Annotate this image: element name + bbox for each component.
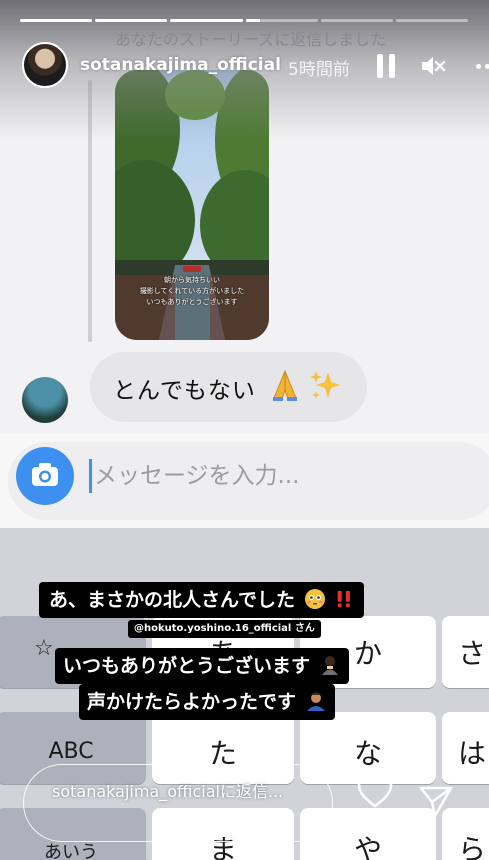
send-icon[interactable] (418, 783, 454, 819)
message-bubble[interactable]: とんでもない (90, 352, 367, 422)
timestamp: 5時間前 (288, 60, 350, 80)
person-bowing-icon (321, 656, 338, 675)
mention-text: @hokuto.yoshino.16_official さん (134, 623, 315, 634)
heart-icon[interactable] (356, 774, 394, 810)
key-label: や (353, 833, 382, 860)
message-text: とんでもない (113, 378, 256, 404)
caption-text: いつもありがとうございます (63, 655, 311, 677)
text-caret (89, 459, 92, 493)
double-exclamation-icon (337, 590, 351, 608)
key-label: ら (457, 833, 486, 860)
message-input[interactable] (94, 460, 424, 492)
progress-segment (170, 19, 243, 22)
username[interactable]: sotanakajima_official (80, 55, 281, 75)
key-label: さ (457, 637, 486, 670)
overlay-line-1: 朝から気持ちいい (164, 276, 220, 284)
caption-line-1: あ、まさかの北人さんでした (39, 582, 365, 618)
flushed-face-icon (304, 589, 325, 609)
key-label: ABC (48, 739, 94, 764)
story-progress-bar (20, 19, 469, 22)
key-label: な (353, 737, 382, 770)
key-label: は (457, 737, 486, 770)
progress-segment (245, 19, 318, 22)
progress-segment (395, 19, 469, 22)
key-ha[interactable]: は (442, 712, 489, 784)
caption-text: あ、まさかの北人さんでした (49, 589, 296, 611)
caption-line-2: いつもありがとうございます (55, 648, 349, 684)
speaker-muted-icon[interactable] (420, 53, 446, 79)
key-sa[interactable]: さ (442, 616, 489, 688)
overlay-line-3: いつもありがとうございます (146, 298, 238, 306)
sparkles-icon (310, 371, 340, 399)
overlay-line-2: 撮影してくれている方がいました (139, 287, 245, 295)
shared-story-overlay-text: 朝から気持ちいい 撮影してくれている方がいました いつもありがとうございます (115, 275, 269, 308)
reply-placeholder: sotanakajima_officialに返信... (52, 782, 284, 801)
caption-line-3: 声かけたらよかったです (79, 684, 335, 720)
person-shrugging-icon (306, 692, 325, 711)
mention-tag[interactable]: @hokuto.yoshino.16_official さん (128, 620, 321, 638)
caption-text: 声かけたらよかったです (87, 691, 297, 713)
progress-segment (320, 19, 393, 22)
pause-icon[interactable] (377, 54, 395, 78)
story-viewer: 朝から気持ちいい 撮影してくれている方がいました いつもありがとうございます と… (0, 0, 489, 860)
progress-segment (95, 19, 168, 22)
sender-avatar[interactable] (22, 377, 68, 423)
story-header: sotanakajima_official 5時間前 (22, 42, 489, 90)
more-horizontal-icon[interactable] (472, 64, 489, 70)
progress-segment (20, 19, 93, 22)
camera-icon (32, 463, 58, 486)
folded-hands-icon (273, 369, 297, 401)
profile-avatar[interactable] (22, 42, 68, 88)
camera-button[interactable] (16, 447, 74, 505)
